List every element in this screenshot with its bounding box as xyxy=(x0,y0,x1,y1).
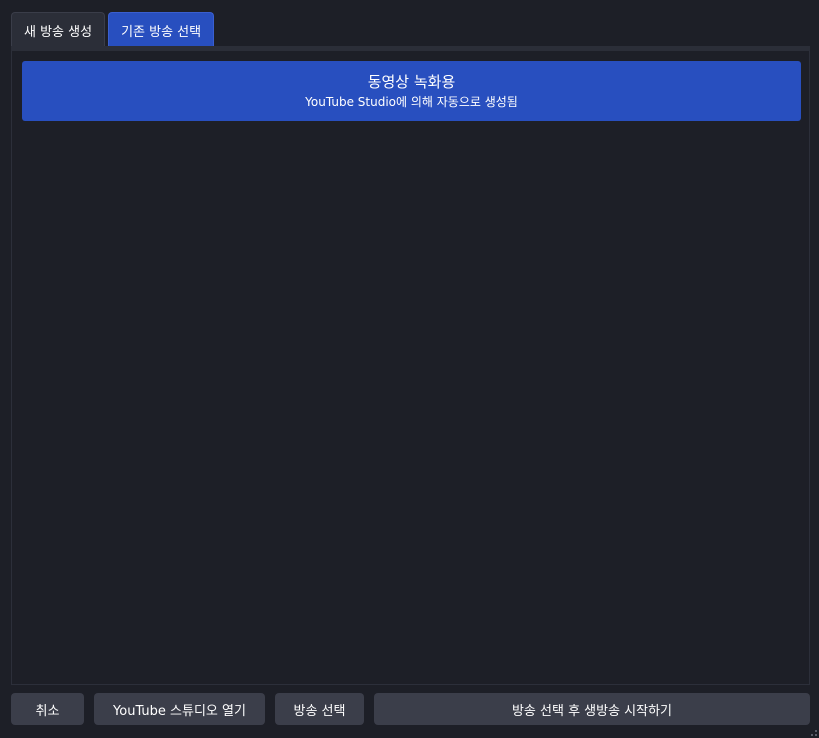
tab-bar: 새 방송 생성 기존 방송 선택 xyxy=(11,12,215,47)
resize-grip-icon[interactable] xyxy=(807,726,817,736)
broadcast-subtitle: YouTube Studio에 의해 자동으로 생성됨 xyxy=(305,94,518,109)
broadcast-title: 동영상 녹화용 xyxy=(367,72,456,91)
select-broadcast-button[interactable]: 방송 선택 xyxy=(275,693,364,725)
tab-new-broadcast[interactable]: 새 방송 생성 xyxy=(11,12,106,47)
select-and-start-broadcast-button[interactable]: 방송 선택 후 생방송 시작하기 xyxy=(374,693,810,725)
broadcast-list-panel: 동영상 녹화용 YouTube Studio에 의해 자동으로 생성됨 xyxy=(11,51,810,685)
broadcast-list-item[interactable]: 동영상 녹화용 YouTube Studio에 의해 자동으로 생성됨 xyxy=(22,61,801,121)
broadcast-dialog: 새 방송 생성 기존 방송 선택 동영상 녹화용 YouTube Studio에… xyxy=(0,0,819,738)
tab-existing-broadcast[interactable]: 기존 방송 선택 xyxy=(108,12,215,47)
cancel-button[interactable]: 취소 xyxy=(11,693,84,725)
open-youtube-studio-button[interactable]: YouTube 스튜디오 열기 xyxy=(94,693,265,725)
